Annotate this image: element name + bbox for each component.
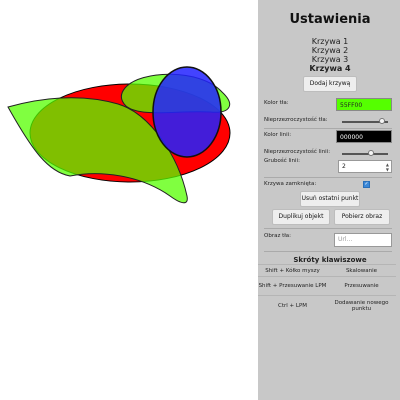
panel-title: Ustawienia	[289, 12, 371, 27]
get-image-button[interactable]: Pobierz obraz	[334, 209, 390, 225]
curve-item-3[interactable]: Krzywa 3	[264, 55, 396, 64]
line-width-input[interactable]: 2 ▲ ▼	[338, 160, 392, 173]
slider-knob[interactable]	[379, 118, 385, 124]
spinner-arrows-icon[interactable]: ▲ ▼	[386, 162, 389, 172]
curve-blue-shape[interactable]	[152, 66, 222, 158]
table-row: Shift + Przesuwanie LPM Przesuwanie	[258, 276, 396, 295]
shortcut-action: Przesuwanie	[344, 283, 379, 289]
drawing-canvas[interactable]	[0, 0, 258, 400]
shortcut-keys: Shift + Kółko myszy	[265, 267, 320, 274]
table-row: Ctrl + LPM Dodawanie nowego punktu	[258, 295, 396, 316]
shortcut-action: Skalowanie	[345, 267, 378, 274]
curve-list: Krzywa 1 Krzywa 2 Krzywa 3 Krzywa 4	[264, 37, 396, 73]
background-opacity-label: Nieprzezroczystość tła:	[264, 117, 328, 123]
divider	[264, 128, 392, 129]
curve-item-2[interactable]: Krzywa 2	[264, 46, 396, 55]
add-curve-button[interactable]: Dodaj krzywą	[303, 76, 357, 92]
background-color-field[interactable]: 55FF00	[336, 98, 392, 111]
divider	[264, 177, 392, 178]
closed-curve-label: Krzywa zamknięta:	[264, 181, 317, 187]
shortcut-action: Dodawanie nowego punktu	[334, 300, 389, 312]
curves-svg[interactable]	[0, 0, 258, 400]
shortcuts-table: Shift + Kółko myszy Skalowanie Shift + P…	[258, 264, 396, 316]
slider-knob[interactable]	[368, 150, 374, 156]
closed-curve-checkbox[interactable]: ✓	[363, 181, 370, 188]
background-image-label: Obraz tła:	[264, 233, 292, 239]
background-image-url-input[interactable]: Url...	[334, 233, 392, 247]
curve-item-4[interactable]: Krzywa 4	[264, 64, 396, 73]
background-opacity-slider[interactable]	[342, 118, 388, 124]
line-color-label: Kolor linii:	[264, 132, 292, 138]
shortcut-keys: Ctrl + LPM	[277, 303, 308, 309]
line-color-field[interactable]: 000000	[336, 130, 392, 143]
background-color-label: Kolor tła:	[264, 100, 289, 106]
line-width-value: 2	[342, 163, 346, 170]
shortcuts-title: Skróty klawiszowe	[293, 256, 367, 264]
curve-item-1[interactable]: Krzywa 1	[264, 37, 396, 46]
line-width-label: Grubość linii:	[264, 158, 300, 164]
table-row: Shift + Kółko myszy Skalowanie	[258, 264, 396, 276]
remove-last-point-button[interactable]: Usuń ostatni punkt	[300, 191, 360, 207]
duplicate-object-button[interactable]: Duplikuj objekt	[272, 209, 330, 225]
line-opacity-label: Nieprzezroczystość linii:	[264, 149, 331, 155]
divider	[264, 251, 392, 252]
shortcut-keys: Shift + Przesuwanie LPM	[258, 283, 327, 289]
line-opacity-slider[interactable]	[342, 150, 388, 156]
settings-panel: Ustawienia Krzywa 1 Krzywa 2 Krzywa 3 Kr…	[258, 0, 400, 400]
divider	[264, 228, 392, 229]
